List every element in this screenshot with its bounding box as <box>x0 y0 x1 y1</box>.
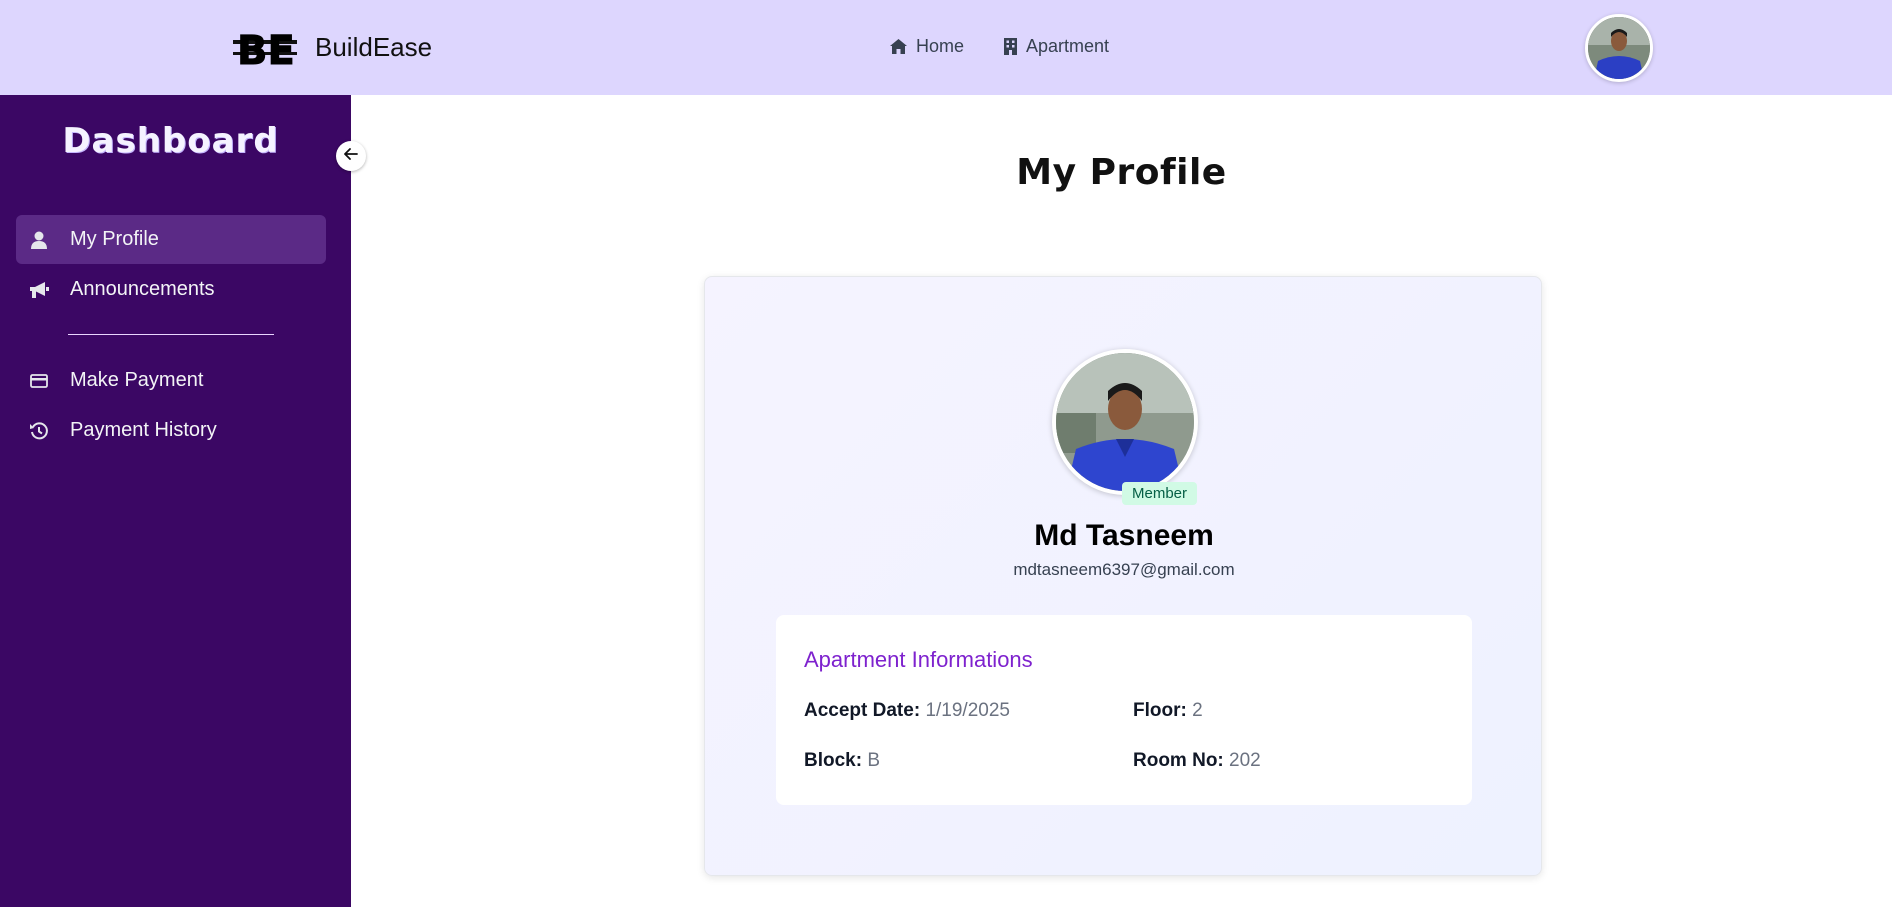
sidebar: Dashboard My Profile Announcements Make … <box>0 95 351 907</box>
apartment-info-panel: Apartment Informations Accept Date: 1/19… <box>776 615 1472 805</box>
user-name: Md Tasneem <box>1034 519 1214 552</box>
user-email: mdtasneem6397@gmail.com <box>1013 560 1235 579</box>
apartment-info-heading: Apartment Informations <box>804 647 1033 672</box>
history-icon <box>28 421 50 441</box>
accept-date-value: 1/19/2025 <box>925 700 1010 721</box>
sidebar-item-label: My Profile <box>70 228 159 250</box>
room-field: Room No: 202 <box>1133 750 1261 772</box>
building-icon <box>1004 38 1018 55</box>
home-icon <box>890 39 907 54</box>
accept-date-field: Accept Date: 1/19/2025 <box>804 700 1010 722</box>
block-field: Block: B <box>804 750 880 772</box>
sidebar-title: Dashboard <box>62 121 279 161</box>
page-title: My Profile <box>1016 152 1227 193</box>
sidebar-item-label: Payment History <box>70 419 217 441</box>
buildease-logo: BE <box>231 22 301 72</box>
profile-card: Member Md Tasneem mdtasneem6397@gmail.co… <box>704 276 1542 876</box>
sidebar-item-make-payment[interactable]: Make Payment <box>16 356 326 405</box>
floor-field: Floor: 2 <box>1133 700 1203 722</box>
credit-card-icon <box>28 373 50 388</box>
sidebar-item-my-profile[interactable]: My Profile <box>16 215 326 264</box>
nav-link-apartment[interactable]: Apartment <box>1004 36 1109 57</box>
sidebar-divider <box>68 334 274 335</box>
sidebar-item-payment-history[interactable]: Payment History <box>16 406 326 455</box>
svg-text:BE: BE <box>237 28 295 72</box>
floor-value: 2 <box>1192 700 1203 721</box>
user-icon <box>28 231 50 249</box>
role-badge: Member <box>1122 482 1198 505</box>
sidebar-item-label: Make Payment <box>70 369 204 391</box>
nav-links: Home Apartment <box>890 36 1149 57</box>
block-label: Block: <box>804 750 863 771</box>
room-value: 202 <box>1229 750 1261 771</box>
sidebar-item-announcements[interactable]: Announcements <box>16 265 326 314</box>
user-avatar[interactable] <box>1585 14 1653 82</box>
nav-link-home[interactable]: Home <box>890 36 964 57</box>
nav-link-apartment-label: Apartment <box>1026 36 1110 56</box>
profile-photo <box>1052 349 1198 495</box>
block-value: B <box>867 750 881 771</box>
brand-name: BuildEase <box>315 31 433 62</box>
top-navbar: BE BuildEase Home Apartment <box>0 0 1892 95</box>
accept-date-label: Accept Date: <box>804 700 921 721</box>
sidebar-item-label: Announcements <box>70 278 215 300</box>
nav-link-home-label: Home <box>916 36 965 56</box>
brand[interactable]: BE BuildEase <box>231 22 432 72</box>
room-label: Room No: <box>1133 750 1224 771</box>
floor-label: Floor: <box>1133 700 1187 721</box>
megaphone-icon <box>28 281 50 299</box>
